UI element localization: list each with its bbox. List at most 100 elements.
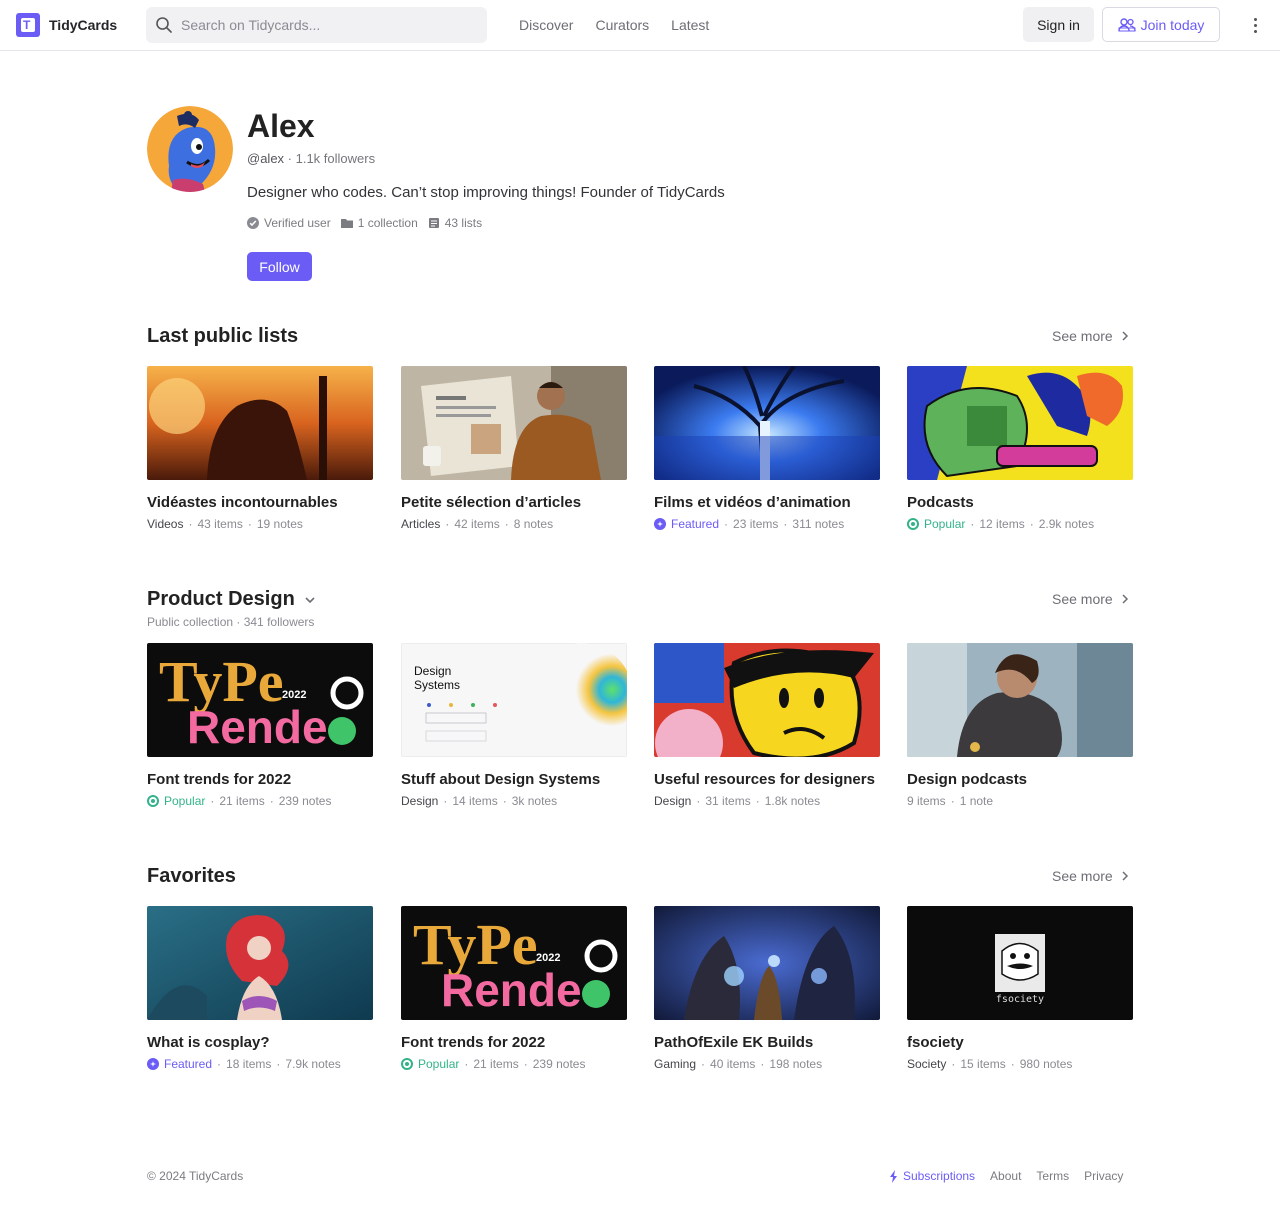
footer-link-label: Subscriptions xyxy=(903,1169,976,1183)
popular-icon xyxy=(907,518,919,530)
card-thumbnail xyxy=(907,643,1133,757)
list-card[interactable]: Design podcasts 9 items · 1 note xyxy=(907,643,1133,808)
brand-logo[interactable]: TidyCards xyxy=(16,13,117,37)
card-notes: 1 note xyxy=(959,794,994,808)
verified-label: Verified user xyxy=(264,216,331,230)
card-thumbnail xyxy=(907,366,1133,480)
popular-badge: Popular xyxy=(401,1057,459,1071)
section-title-product-design[interactable]: Product Design xyxy=(147,588,316,611)
list-count-label: 43 lists xyxy=(444,216,483,230)
more-menu-icon[interactable] xyxy=(1246,15,1264,35)
copyright: © 2024 TidyCards xyxy=(147,1169,244,1183)
card-items: 9 items xyxy=(907,794,946,808)
card-meta: Design · 31 items · 1.8k notes xyxy=(654,794,821,808)
card-category: Gaming xyxy=(654,1057,697,1071)
list-card[interactable]: PathOfExile EK Builds Gaming · 40 items · 19… xyxy=(654,906,880,1071)
profile-handle: @alex xyxy=(247,151,285,166)
thumb-ds-title2: Systems xyxy=(414,678,460,692)
card-meta: 9 items · 1 note xyxy=(907,794,994,808)
card-thumbnail: fsociety xyxy=(907,906,1133,1020)
see-more-label: See more xyxy=(1052,591,1113,607)
card-notes: 1.8k notes xyxy=(764,794,821,808)
card-thumbnail: TyPe Rende 2022 xyxy=(147,643,373,757)
chevron-right-icon xyxy=(1122,594,1128,604)
card-title: fsociety xyxy=(907,1034,964,1051)
section-title-last-public-lists: Last public lists xyxy=(147,325,298,348)
card-notes: 3k notes xyxy=(511,794,558,808)
collection-subtitle: Public collection · 341 followers xyxy=(147,615,315,629)
nav-discover[interactable]: Discover xyxy=(519,17,573,33)
sign-in-button[interactable]: Sign in xyxy=(1023,7,1094,42)
list-card[interactable]: TyPe Rende 2022 Font trends for 2022 Pop… xyxy=(147,643,373,808)
card-notes: 8 notes xyxy=(513,517,554,531)
search-bar[interactable] xyxy=(146,7,487,43)
card-items: 12 items xyxy=(979,517,1025,531)
card-meta: Gaming · 40 items · 198 notes xyxy=(654,1057,823,1071)
see-more-link[interactable]: See more xyxy=(1052,328,1129,344)
card-thumbnail xyxy=(654,643,880,757)
badge-label: Popular xyxy=(924,517,966,531)
nav-curators[interactable]: Curators xyxy=(595,17,649,33)
verified-check-icon xyxy=(247,217,259,229)
badge-label: Featured xyxy=(164,1057,213,1071)
card-title: Useful resources for designers xyxy=(654,771,875,788)
chevron-down-icon xyxy=(305,596,315,603)
list-card[interactable]: Petite sélection d’articles Articles · 42 … xyxy=(401,366,627,531)
card-items: 15 items xyxy=(960,1057,1006,1071)
see-more-label: See more xyxy=(1052,868,1113,884)
card-title: PathOfExile EK Builds xyxy=(654,1034,814,1051)
footer-privacy-link[interactable]: Privacy xyxy=(1084,1169,1123,1183)
list-card[interactable]: Films et vidéos d’animation Featured · 23 … xyxy=(654,366,880,531)
join-today-label: Join today xyxy=(1140,16,1205,33)
thumb-type-line2: Rende xyxy=(441,964,582,1016)
card-items: 23 items xyxy=(733,517,779,531)
list-card[interactable]: Podcasts Popular · 12 items · 2.9k notes xyxy=(907,366,1133,531)
card-title: Vidéastes incontournables xyxy=(147,494,338,511)
card-notes: 311 notes xyxy=(792,517,845,531)
thumb-ds-title: Design xyxy=(414,664,451,678)
card-notes: 198 notes xyxy=(769,1057,823,1071)
featured-icon xyxy=(654,518,666,530)
see-more-link[interactable]: See more xyxy=(1052,591,1129,607)
list-card[interactable]: TyPe Rende 2022 Font trends for 2022 Pop… xyxy=(401,906,627,1071)
footer-subscriptions-link[interactable]: Subscriptions xyxy=(889,1169,975,1183)
card-meta: Design · 14 items · 3k notes xyxy=(401,794,558,808)
profile-bio: Designer who codes. Can’t stop improving… xyxy=(247,184,725,201)
list-card[interactable]: Vidéastes incontournables Videos · 43 item… xyxy=(147,366,373,531)
join-today-button[interactable]: Join today xyxy=(1102,7,1220,42)
list-card[interactable]: Useful resources for designers Design · 31… xyxy=(654,643,880,808)
list-card[interactable]: Design Systems Stuff about Design System… xyxy=(401,643,627,808)
card-notes: 7.9k notes xyxy=(285,1057,341,1071)
list-card[interactable]: What is cosplay? Featured · 18 items · 7.9k … xyxy=(147,906,373,1071)
popular-icon xyxy=(147,795,159,807)
footer-about-link[interactable]: About xyxy=(990,1169,1021,1183)
list-card[interactable]: fsociety fsociety Society · 15 items · 980 n… xyxy=(907,906,1133,1071)
card-items: 42 items xyxy=(454,517,500,531)
badge-label: Featured xyxy=(671,517,720,531)
chevron-right-icon xyxy=(1122,331,1128,341)
card-title: What is cosplay? xyxy=(147,1034,270,1051)
card-category: Articles xyxy=(401,517,441,531)
profile-name: Alex xyxy=(247,108,315,144)
card-meta: Society · 15 items · 980 notes xyxy=(907,1057,1073,1071)
search-input[interactable] xyxy=(181,17,471,33)
card-title: Font trends for 2022 xyxy=(147,771,292,788)
badge-label: Popular xyxy=(164,794,206,808)
card-items: 21 items xyxy=(219,794,265,808)
follow-button[interactable]: Follow xyxy=(247,252,312,281)
profile-followers: 1.1k followers xyxy=(295,151,376,166)
card-items: 40 items xyxy=(710,1057,756,1071)
nav-latest[interactable]: Latest xyxy=(671,17,709,33)
card-title: Design podcasts xyxy=(907,771,1028,788)
chevron-right-icon xyxy=(1122,871,1128,881)
see-more-link[interactable]: See more xyxy=(1052,868,1129,884)
footer-terms-link[interactable]: Terms xyxy=(1036,1169,1069,1183)
card-thumbnail xyxy=(401,366,627,480)
thumb-type-year: 2022 xyxy=(536,952,560,964)
section-title-text: Product Design xyxy=(147,588,295,610)
profile-meta: Verified user 1 collection 43 lists xyxy=(247,216,492,230)
card-notes: 980 notes xyxy=(1019,1057,1073,1071)
card-thumbnail: Design Systems xyxy=(401,643,627,757)
card-meta: Popular · 12 items · 2.9k notes xyxy=(907,517,1133,531)
footer-links: Subscriptions About Terms Privacy xyxy=(889,1169,1123,1183)
